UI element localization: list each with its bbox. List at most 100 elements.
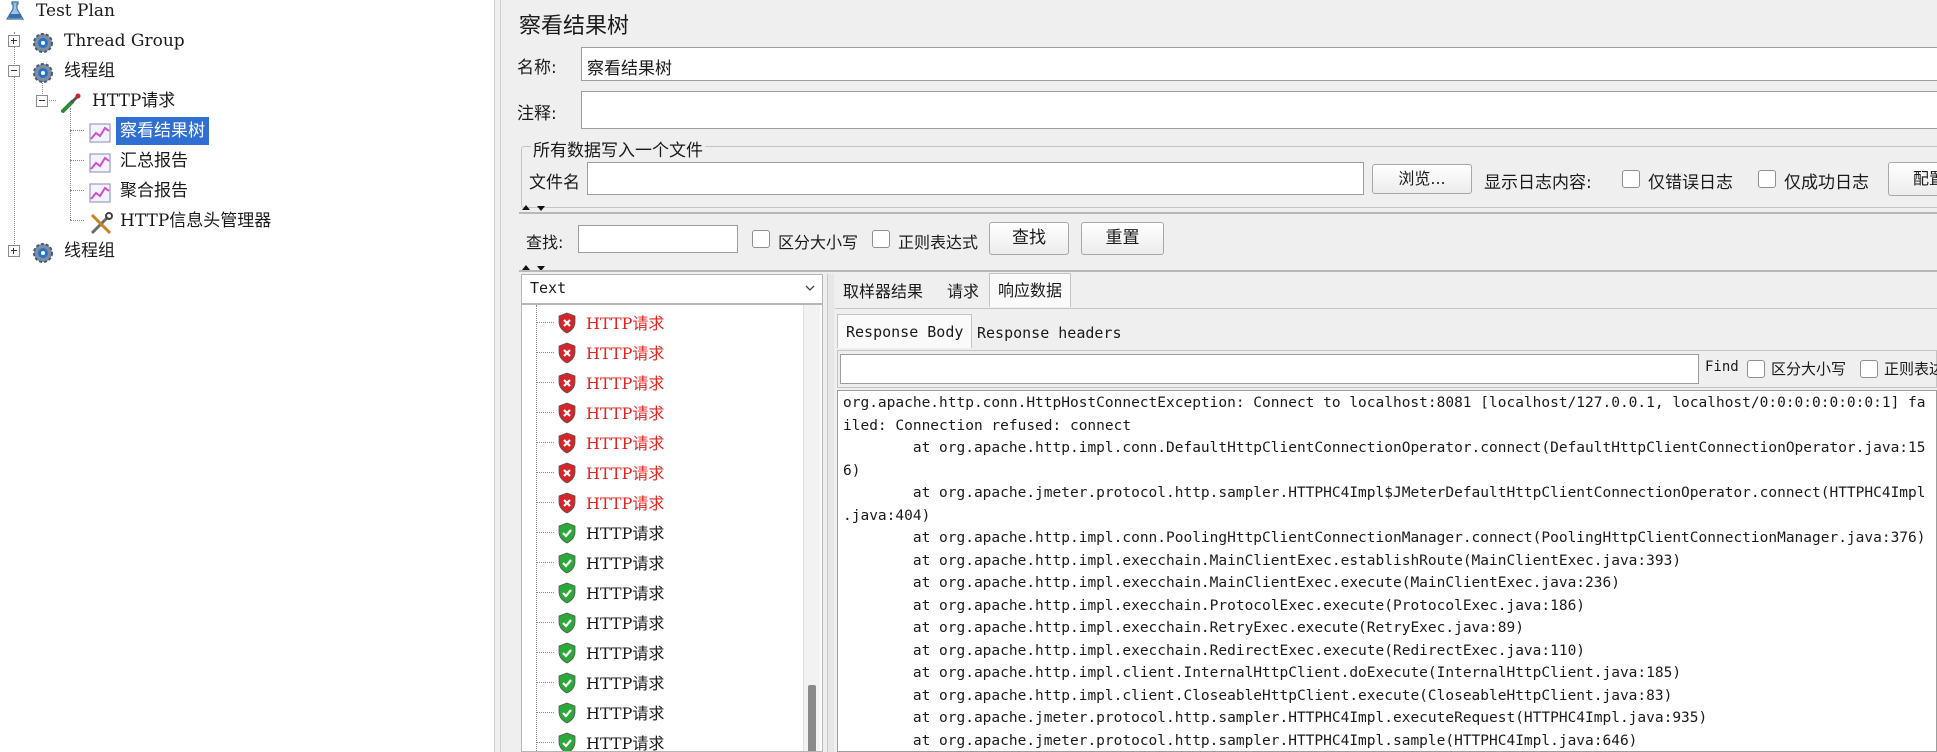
result-item-label: HTTP请求	[586, 314, 665, 333]
response-case-checkbox[interactable]	[1747, 360, 1765, 378]
tree-connector	[536, 622, 554, 623]
response-body-text[interactable]: org.apache.http.conn.HttpHostConnectExce…	[837, 390, 1937, 752]
result-item[interactable]: HTTP请求	[522, 517, 802, 547]
result-item[interactable]: HTTP请求	[522, 397, 802, 427]
tree-item-label: Thread Group	[64, 31, 185, 51]
gear-icon	[31, 31, 53, 53]
tree-connector	[536, 382, 554, 383]
collapse-down-arrow[interactable]	[537, 206, 545, 211]
error-shield-icon	[556, 372, 578, 394]
chart-icon	[88, 151, 111, 173]
result-item[interactable]: HTTP请求	[522, 727, 802, 751]
success-shield-icon	[556, 612, 578, 634]
tree-item-http-request[interactable]: HTTP请求	[0, 87, 220, 115]
tab-response-headers[interactable]: Response headers	[969, 318, 1130, 348]
error-shield-icon	[556, 342, 578, 364]
name-field[interactable]: 察看结果树	[581, 47, 1937, 81]
response-regex-label: 正则表达	[1884, 360, 1937, 378]
results-list: HTTP请求 HTTP请求 HTTP请求 HTTP请求 HTTP请求 HTTP请求 HTTP…	[521, 304, 823, 752]
tab-response-headers-label: Response headers	[977, 324, 1122, 342]
tree-item-label: Test Plan	[36, 1, 115, 21]
tools-icon	[88, 211, 113, 235]
result-item-label: HTTP请求	[586, 614, 665, 633]
scrollbar-thumb[interactable]	[808, 685, 816, 751]
collapse-up-arrow[interactable]	[522, 205, 530, 210]
result-item-label: HTTP请求	[586, 644, 665, 663]
errors-only-checkbox[interactable]	[1622, 170, 1640, 188]
result-item-label: HTTP请求	[586, 554, 665, 573]
regex-label: 正则表达式	[898, 233, 979, 252]
result-item[interactable]: HTTP请求	[522, 547, 802, 577]
errors-only-label: 仅错误日志	[1648, 173, 1733, 193]
result-item[interactable]: HTTP请求	[522, 667, 802, 697]
tree-item-label: 线程组	[64, 241, 115, 261]
result-item[interactable]: HTTP请求	[522, 367, 802, 397]
gear-icon	[31, 61, 53, 83]
result-item[interactable]: HTTP请求	[522, 427, 802, 457]
gear-icon	[31, 241, 53, 263]
response-line: 6)	[843, 462, 861, 479]
result-item[interactable]: HTTP请求	[522, 637, 802, 667]
tree-item-test-plan[interactable]: Test Plan	[0, 0, 200, 25]
tree-item-thread-group-3[interactable]: 线程组	[0, 237, 200, 265]
tree-item-view-results-tree[interactable]: 察看结果树	[0, 117, 260, 145]
error-shield-icon	[556, 432, 578, 454]
result-item[interactable]: HTTP请求	[522, 577, 802, 607]
scrollbar[interactable]	[803, 305, 820, 751]
tree-connector	[536, 682, 554, 683]
result-item[interactable]: HTTP请求	[522, 487, 802, 517]
result-item-label: HTTP请求	[586, 704, 665, 723]
result-item-label: HTTP请求	[586, 344, 665, 363]
regex-checkbox[interactable]	[872, 230, 890, 248]
response-regex-checkbox[interactable]	[1860, 360, 1878, 378]
success-shield-icon	[556, 642, 578, 664]
error-shield-icon	[556, 312, 578, 334]
search-input[interactable]	[578, 225, 738, 253]
tab-sampler-result[interactable]: 取样器结果	[835, 275, 931, 309]
divider	[827, 274, 834, 752]
filename-field[interactable]	[587, 162, 1364, 195]
success-shield-icon	[556, 672, 578, 694]
tab-request[interactable]: 请求	[939, 275, 987, 309]
comment-field[interactable]	[581, 91, 1937, 129]
success-shield-icon	[556, 552, 578, 574]
result-item[interactable]: HTTP请求	[522, 337, 802, 367]
success-shield-icon	[556, 582, 578, 604]
result-item[interactable]: HTTP请求	[522, 307, 802, 337]
response-line: .java:404)	[843, 507, 931, 524]
success-only-checkbox[interactable]	[1758, 170, 1776, 188]
success-shield-icon	[556, 732, 578, 751]
result-item-label: HTTP请求	[586, 494, 665, 513]
result-item[interactable]: HTTP请求	[522, 697, 802, 727]
result-item-label: HTTP请求	[586, 404, 665, 423]
tree-item-thread-group[interactable]: Thread Group	[0, 27, 220, 55]
name-field-value: 察看结果树	[587, 59, 672, 79]
response-line: at org.apache.http.impl.client.Closeable…	[843, 687, 1673, 704]
renderer-select[interactable]: Text	[521, 274, 823, 304]
config-button[interactable]: 配置	[1888, 162, 1937, 196]
tree-connector	[536, 652, 554, 653]
response-line: at org.apache.http.impl.execchain.MainCl…	[843, 575, 1620, 591]
tree-item-header-manager[interactable]: HTTP信息头管理器	[0, 207, 320, 235]
response-find-input[interactable]	[840, 354, 1699, 384]
result-item[interactable]: HTTP请求	[522, 607, 802, 637]
tab-response-data[interactable]: 响应数据	[989, 273, 1072, 307]
pipette-icon	[59, 91, 81, 113]
divider	[835, 308, 1937, 309]
browse-button[interactable]: 浏览...	[1372, 164, 1472, 194]
response-case-label: 区分大小写	[1771, 360, 1847, 378]
tree-item-aggregate-report[interactable]: 聚合报告	[0, 177, 260, 205]
tree-item-summary-report[interactable]: 汇总报告	[0, 147, 260, 175]
response-line: at org.apache.http.impl.execchain.MainCl…	[843, 552, 1682, 569]
reset-button[interactable]: 重置	[1081, 222, 1164, 255]
file-group-title: 所有数据写入一个文件	[531, 136, 705, 161]
tab-response-body[interactable]: Response Body	[837, 314, 973, 348]
case-sensitive-checkbox[interactable]	[752, 230, 770, 248]
response-line: org.apache.http.conn.HttpHostConnectExce…	[843, 395, 1926, 411]
tree-item-thread-group-2[interactable]: 线程组	[0, 57, 200, 85]
find-button[interactable]: 查找	[989, 222, 1069, 255]
error-shield-icon	[556, 492, 578, 514]
result-item[interactable]: HTTP请求	[522, 457, 802, 487]
divider	[519, 270, 1937, 272]
pane-splitter[interactable]	[494, 0, 501, 752]
